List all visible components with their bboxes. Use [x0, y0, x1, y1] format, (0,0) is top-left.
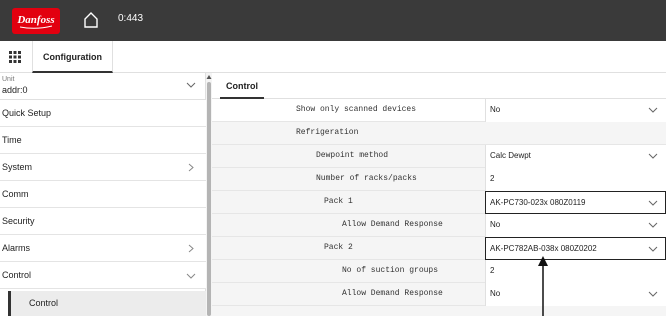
- sidebar-item-label: Time: [2, 135, 22, 145]
- annotation-arrow-icon: [538, 256, 548, 316]
- sidebar-item-quick-setup[interactable]: Quick Setup: [0, 100, 206, 127]
- unit-label: Unit: [2, 76, 15, 83]
- sidebar-item-time[interactable]: Time: [0, 127, 206, 154]
- setting-label: Show only scanned devices: [296, 105, 417, 114]
- setting-input[interactable]: 2: [485, 260, 666, 283]
- sidebar-item-label: Security: [2, 216, 35, 226]
- chevron-right-icon: [188, 244, 194, 253]
- setting-label: Pack 2: [324, 243, 353, 252]
- chevron-down-icon: [648, 153, 658, 159]
- device-address: 0:443: [118, 13, 144, 24]
- sidebar-item-comm[interactable]: Comm: [0, 181, 206, 208]
- setting-label: Allow Demand Response: [342, 220, 443, 229]
- chevron-down-icon: [186, 82, 196, 88]
- setting-label: Allow Demand Response: [342, 289, 443, 298]
- setting-dropdown[interactable]: No: [485, 214, 666, 237]
- svg-text:Danfoss: Danfoss: [16, 14, 54, 26]
- tab-configuration[interactable]: Configuration: [32, 41, 113, 73]
- main-panel: Control Show only scanned devices No Ref…: [212, 73, 666, 316]
- sidebar-item-label: System: [2, 162, 33, 172]
- setting-dropdown[interactable]: No: [485, 99, 666, 122]
- main-tab-bar: Control: [212, 73, 666, 99]
- tab-bar: Configuration: [0, 41, 666, 73]
- setting-label: Pack 1: [324, 197, 353, 206]
- setting-value: Calc Dewpt: [490, 151, 531, 160]
- setting-row: No of suction groups 2: [212, 260, 666, 283]
- setting-label: No of suction groups: [342, 266, 439, 275]
- sidebar-item-label: Comm: [2, 189, 29, 199]
- setting-row-partial: [212, 306, 666, 316]
- setting-row: Number of racks/packs 2: [212, 168, 666, 191]
- section-row: Refrigeration: [212, 122, 666, 145]
- setting-label: Dewpoint method: [316, 151, 389, 160]
- setting-dropdown[interactable]: Calc Dewpt: [485, 145, 666, 168]
- setting-dropdown[interactable]: AK-PC730-023x 080Z0119: [485, 191, 666, 214]
- chevron-down-icon: [648, 200, 658, 206]
- setting-value: No: [490, 289, 501, 298]
- setting-dropdown[interactable]: AK-PC782AB-038x 080Z0202: [485, 237, 666, 260]
- sidebar-item-control[interactable]: Control: [0, 262, 206, 289]
- scrollbar-thumb[interactable]: [207, 82, 211, 316]
- setting-input[interactable]: 2: [485, 168, 666, 191]
- sidebar-subitem-label: Control: [29, 298, 59, 308]
- danfoss-logo[interactable]: Danfoss: [12, 8, 60, 34]
- setting-label: Number of racks/packs: [316, 174, 417, 183]
- setting-row: Pack 1 AK-PC730-023x 080Z0119: [212, 191, 666, 214]
- tab-control[interactable]: Control: [220, 73, 264, 99]
- sidebar: Unit addr:0 Quick Setup Time System Comm…: [0, 73, 206, 316]
- sidebar-item-system[interactable]: System: [0, 154, 206, 181]
- chevron-down-icon: [648, 291, 658, 297]
- sidebar-item-label: Alarms: [2, 243, 31, 253]
- setting-row: Show only scanned devices No: [212, 99, 666, 122]
- chevron-down-icon: [648, 107, 658, 113]
- sidebar-item-security[interactable]: Security: [0, 208, 206, 235]
- setting-row: Allow Demand Response No: [212, 214, 666, 237]
- unit-selector[interactable]: Unit addr:0: [0, 73, 206, 100]
- sidebar-item-label: Quick Setup: [2, 108, 52, 118]
- setting-value: AK-PC782AB-038x 080Z0202: [490, 244, 597, 253]
- chevron-down-icon: [648, 222, 658, 228]
- setting-row: Allow Demand Response No: [212, 283, 666, 306]
- home-icon[interactable]: [83, 11, 99, 29]
- chevron-down-icon: [186, 273, 196, 279]
- setting-value: 2: [490, 174, 495, 183]
- setting-value: No: [490, 105, 501, 114]
- sidebar-item-alarms[interactable]: Alarms: [0, 235, 206, 262]
- setting-value: 2: [490, 266, 495, 275]
- sidebar-subitem-control[interactable]: Control: [8, 291, 206, 316]
- chevron-down-icon: [648, 246, 658, 252]
- grid-menu-icon[interactable]: [8, 50, 22, 64]
- chevron-right-icon: [188, 163, 194, 172]
- section-label: Refrigeration: [296, 128, 359, 137]
- setting-value: AK-PC730-023x 080Z0119: [490, 198, 586, 207]
- setting-dropdown[interactable]: No: [485, 283, 666, 306]
- setting-row: Dewpoint method Calc Dewpt: [212, 145, 666, 168]
- unit-value: addr:0: [2, 85, 28, 95]
- setting-value: No: [490, 220, 501, 229]
- sidebar-item-label: Control: [2, 270, 32, 280]
- top-bar: Danfoss 0:443: [0, 0, 666, 41]
- setting-row: Pack 2 AK-PC782AB-038x 080Z0202: [212, 237, 666, 260]
